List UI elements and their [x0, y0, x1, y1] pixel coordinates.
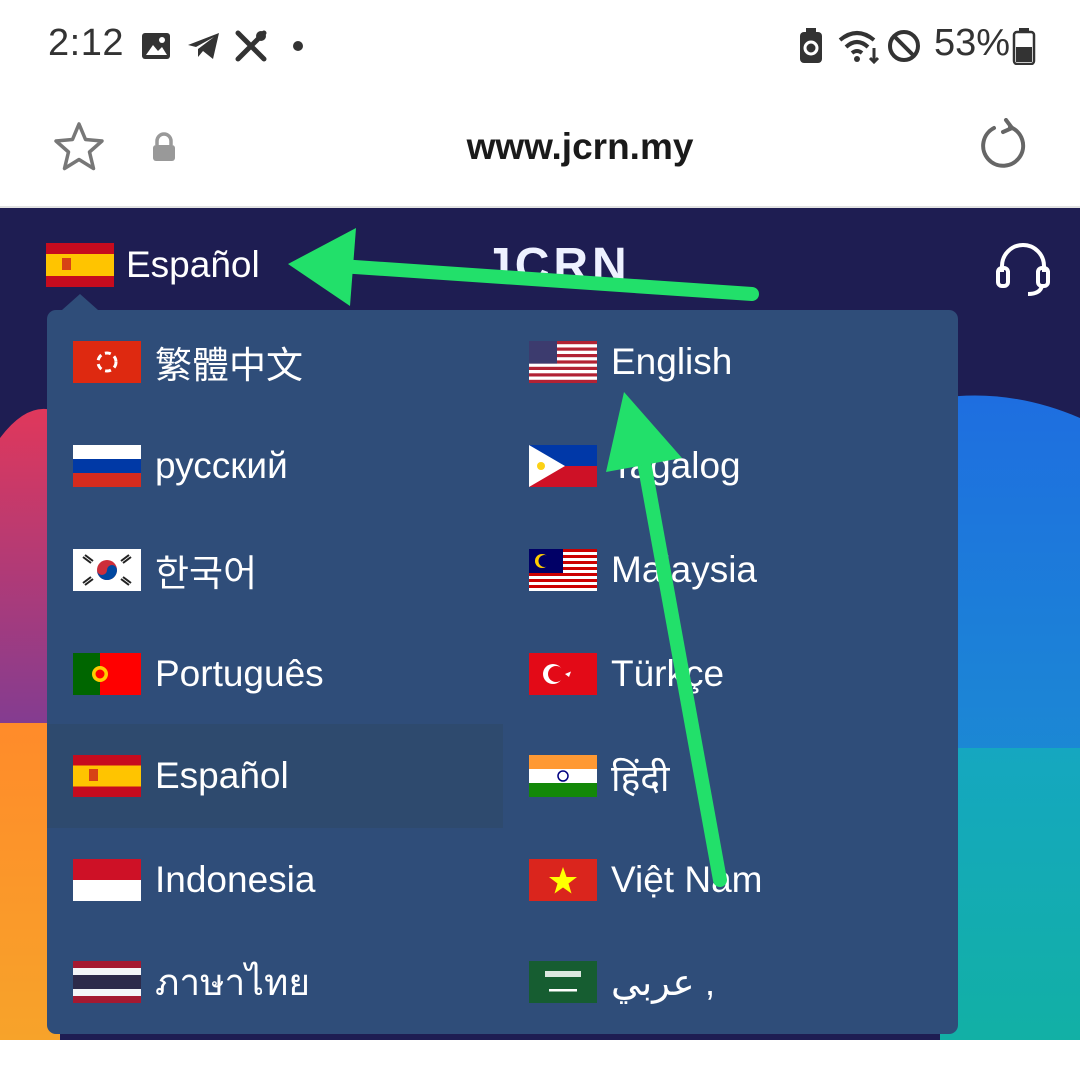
lang-option-russian[interactable]: русский [47, 414, 503, 518]
flag-spain-icon [73, 755, 141, 797]
tools-icon [234, 26, 268, 66]
flag-turkey-icon [529, 653, 597, 695]
flag-usa-icon [529, 341, 597, 383]
lang-option-arabic[interactable]: عربي , [503, 930, 958, 1034]
status-time: 2:12 [48, 22, 124, 64]
customer-support-icon[interactable] [994, 238, 1052, 303]
page-bottom-strip [0, 1040, 1080, 1072]
dot-icon [292, 26, 304, 66]
flag-thailand-icon [73, 961, 141, 1003]
do-not-disturb-icon [886, 26, 922, 66]
status-bar: 2:12 53% [0, 0, 1080, 92]
browser-address-bar: www.jcrn.my [0, 92, 1080, 208]
flag-indonesia-icon [73, 859, 141, 901]
lang-option-indonesian[interactable]: Indonesia [47, 828, 503, 932]
language-selector-button[interactable]: Español [46, 242, 260, 288]
flag-vietnam-icon [529, 859, 597, 901]
lang-option-english[interactable]: English [503, 310, 958, 414]
battery-saver-icon [798, 26, 824, 66]
url-text[interactable]: www.jcrn.my [0, 126, 1080, 168]
wifi-icon [836, 26, 882, 66]
lang-option-tagalog[interactable]: Tagalog [503, 414, 958, 518]
dropdown-caret [62, 294, 98, 310]
reload-icon[interactable] [976, 118, 1030, 177]
site-logo[interactable]: JCRN [484, 238, 631, 293]
lang-option-portuguese[interactable]: Português [47, 622, 503, 726]
battery-icon [1012, 26, 1036, 66]
lang-option-thai[interactable]: ภาษาไทย [47, 930, 503, 1034]
flag-portugal-icon [73, 653, 141, 695]
telegram-icon [186, 26, 222, 66]
flag-philippines-icon [529, 445, 597, 487]
lang-option-malay[interactable]: Malaysia [503, 518, 958, 622]
language-dropdown: 繁體中文 русский 한국어 Português Español Indon… [47, 310, 958, 1034]
lang-option-hindi[interactable]: हिंदी [503, 724, 958, 828]
flag-saudi-arabia-icon [529, 961, 597, 1003]
current-language-label: Español [126, 244, 260, 285]
lang-option-spanish[interactable]: Español [47, 724, 503, 828]
lang-option-vietnamese[interactable]: Việt Nam [503, 828, 958, 932]
flag-spain-icon [46, 243, 114, 287]
lang-option-turkish[interactable]: Türkçe [503, 622, 958, 726]
flag-south-korea-icon [73, 549, 141, 591]
gallery-icon [140, 26, 172, 66]
lang-option-traditional-chinese[interactable]: 繁體中文 [47, 310, 503, 414]
lang-option-korean[interactable]: 한국어 [47, 518, 503, 622]
flag-malaysia-icon [529, 549, 597, 591]
flag-hong-kong-icon [73, 341, 141, 383]
battery-percent: 53% [934, 22, 1011, 64]
flag-russia-icon [73, 445, 141, 487]
flag-india-icon [529, 755, 597, 797]
